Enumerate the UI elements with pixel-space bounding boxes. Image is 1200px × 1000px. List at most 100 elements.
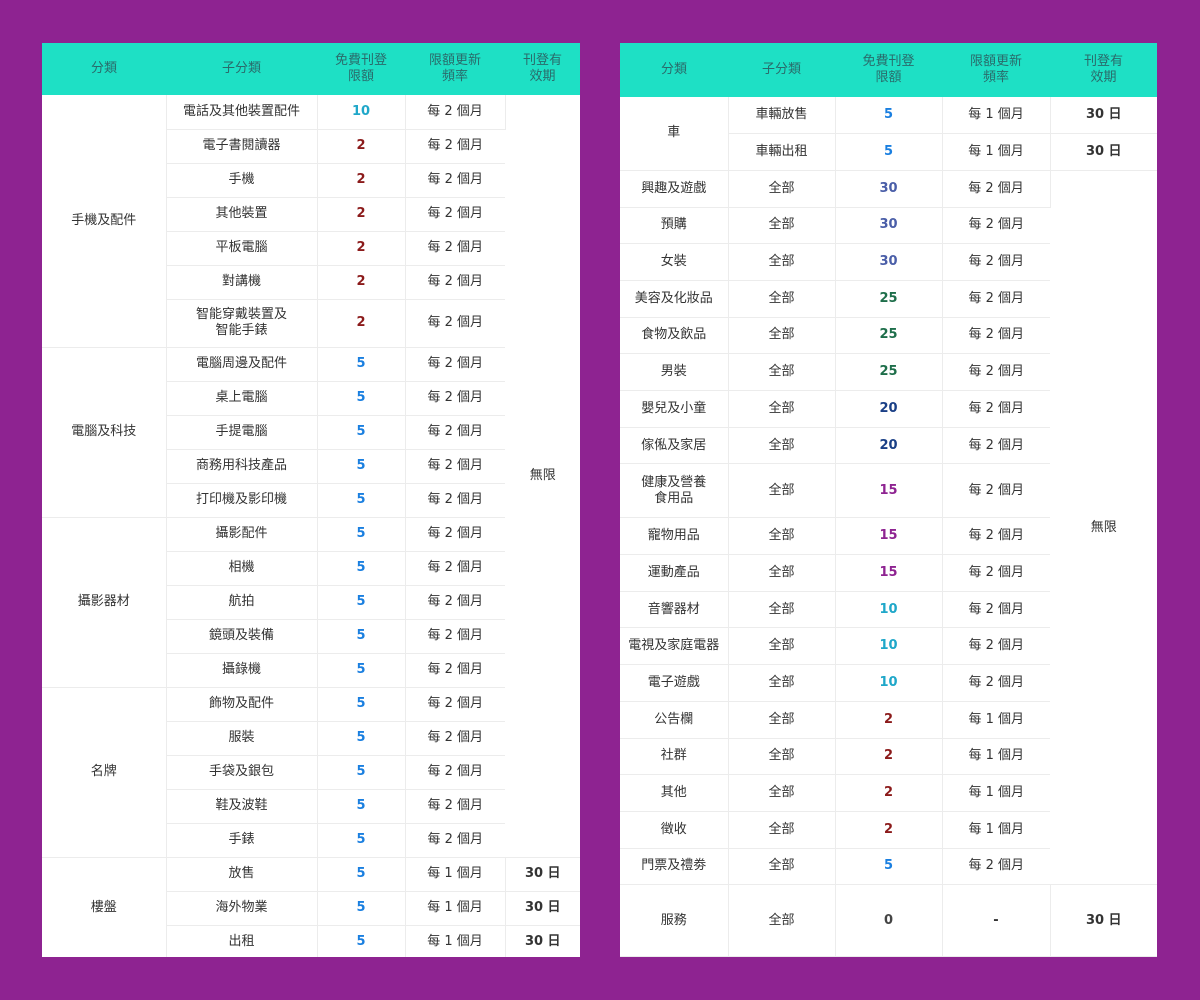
category-cell: 徵收	[620, 811, 729, 849]
table-header-row: 分類 子分類 免費刊登 限額 限額更新 頻率 刊登有 效期	[42, 43, 580, 95]
subcategory-cell: 全部	[728, 848, 836, 886]
refresh-cell: 每 2 個月	[942, 353, 1050, 391]
quota-cell: 25	[835, 280, 943, 318]
header-category: 分類	[42, 43, 166, 95]
quota-cell: 10	[317, 95, 406, 130]
refresh-cell: 每 2 個月	[405, 163, 505, 198]
refresh-cell: 每 2 個月	[405, 585, 505, 620]
subcategory-cell: 全部	[728, 170, 836, 208]
subcategory-cell: 全部	[728, 701, 836, 739]
subcategory-cell: 攝錄機	[166, 653, 318, 688]
quota-cell: 0	[835, 884, 943, 957]
refresh-cell: 每 2 個月	[405, 483, 505, 518]
subcategory-cell: 全部	[728, 427, 836, 465]
category-cell: 車	[620, 97, 729, 171]
validity-cell: 30 日	[1050, 884, 1157, 957]
header-refresh: 限額更新 頻率	[405, 43, 505, 95]
subcategory-cell: 全部	[728, 738, 836, 776]
quota-cell: 5	[317, 347, 406, 382]
refresh-cell: 每 2 個月	[405, 449, 505, 484]
header-subcategory: 子分類	[728, 43, 835, 97]
refresh-cell: 每 2 個月	[942, 591, 1050, 629]
category-cell: 傢俬及家居	[620, 427, 729, 465]
subcategory-cell: 全部	[728, 243, 836, 281]
quota-cell: 5	[317, 687, 406, 722]
refresh-cell: 每 2 個月	[942, 280, 1050, 318]
refresh-cell: 每 2 個月	[942, 554, 1050, 592]
category-cell: 服務	[620, 884, 729, 957]
validity-unlimited-cell: 無限	[1050, 170, 1157, 886]
header-refresh: 限額更新 頻率	[942, 43, 1050, 97]
subcategory-cell: 車輛放售	[728, 97, 836, 135]
quota-cell: 2	[835, 774, 943, 812]
category-cell: 健康及營養 食用品	[620, 463, 729, 519]
validity-cell: 30 日	[505, 857, 580, 892]
subcategory-cell: 全部	[728, 664, 836, 702]
refresh-cell: 每 2 個月	[405, 653, 505, 688]
quota-cell: 25	[835, 353, 943, 391]
quota-cell: 5	[317, 585, 406, 620]
quota-cell: 2	[317, 163, 406, 198]
quota-cell: 25	[835, 317, 943, 355]
quota-cell: 5	[317, 857, 406, 892]
refresh-cell: 每 2 個月	[405, 619, 505, 654]
subcategory-cell: 出租	[166, 925, 318, 957]
quota-cell: 2	[317, 265, 406, 300]
refresh-cell: 每 1 個月	[942, 811, 1050, 849]
category-cell: 預購	[620, 207, 729, 245]
right-quota-table: 分類 子分類 免費刊登 限額 限額更新 頻率 刊登有 效期 車車輛放售 5 每 1 …	[620, 43, 1157, 957]
subcategory-cell: 航拍	[166, 585, 318, 620]
validity-cell: 30 日	[1050, 133, 1157, 171]
table-row: 攝影器材 攝影配件 5 每 2 個月	[42, 517, 580, 688]
quota-cell: 20	[835, 427, 943, 465]
refresh-cell: 每 2 個月	[405, 823, 505, 858]
quota-cell: 5	[317, 653, 406, 688]
table-row: 手機及配件 電話及其他裝置配件 10 每 2 個月 無限	[42, 95, 580, 858]
subcategory-cell: 手袋及銀包	[166, 755, 318, 790]
quota-cell: 30	[835, 207, 943, 245]
table-row: 電腦及科技 電腦周邊及配件 5 每 2 個月	[42, 347, 580, 518]
refresh-cell: 每 2 個月	[405, 721, 505, 756]
quota-cell: 30	[835, 170, 943, 208]
category-cell: 興趣及遊戲	[620, 170, 729, 208]
right-table-panel: 分類 子分類 免費刊登 限額 限額更新 頻率 刊登有 效期 車車輛放售 5 每 1 …	[620, 43, 1157, 957]
quota-cell: 10	[835, 664, 943, 702]
refresh-cell: 每 1 個月	[942, 738, 1050, 776]
subcategory-cell: 全部	[728, 811, 836, 849]
quota-cell: 5	[835, 133, 943, 171]
refresh-cell: 每 2 個月	[942, 317, 1050, 355]
refresh-cell: 每 2 個月	[942, 463, 1050, 519]
quota-cell: 5	[835, 97, 943, 135]
category-cell: 公告欄	[620, 701, 729, 739]
header-validity: 刊登有 效期	[505, 43, 580, 95]
validity-unlimited-cell: 無限	[505, 95, 580, 858]
category-cell: 音響器材	[620, 591, 729, 629]
left-table-panel: 分類 子分類 免費刊登 限額 限額更新 頻率 刊登有 效期 手機及配件 電話及其他…	[42, 43, 580, 957]
refresh-cell: 每 2 個月	[405, 265, 505, 300]
subcategory-cell: 攝影配件	[166, 517, 318, 552]
refresh-cell: 每 2 個月	[405, 551, 505, 586]
quota-cell: 2	[835, 701, 943, 739]
refresh-cell: 每 1 個月	[942, 774, 1050, 812]
header-validity: 刊登有 效期	[1050, 43, 1157, 97]
quota-cell: 2	[317, 197, 406, 232]
refresh-cell: 每 2 個月	[405, 755, 505, 790]
category-cell: 男裝	[620, 353, 729, 391]
quota-cell: 2	[835, 811, 943, 849]
quota-cell: 5	[317, 619, 406, 654]
quota-cell: 15	[835, 517, 943, 556]
refresh-cell: 每 2 個月	[942, 207, 1050, 245]
header-free-quota: 免費刊登 限額	[317, 43, 405, 95]
quota-cell: 5	[317, 823, 406, 858]
category-cell: 手機及配件	[42, 95, 167, 348]
refresh-cell: 每 2 個月	[405, 381, 505, 416]
quota-cell: 5	[317, 721, 406, 756]
quota-cell: 15	[835, 554, 943, 592]
category-cell: 嬰兒及小童	[620, 390, 729, 428]
subcategory-cell: 全部	[728, 390, 836, 428]
subcategory-cell: 全部	[728, 517, 836, 556]
header-subcategory: 子分類	[166, 43, 317, 95]
subcategory-cell: 相機	[166, 551, 318, 586]
quota-cell: 15	[835, 463, 943, 519]
refresh-cell: 每 1 個月	[405, 925, 506, 957]
